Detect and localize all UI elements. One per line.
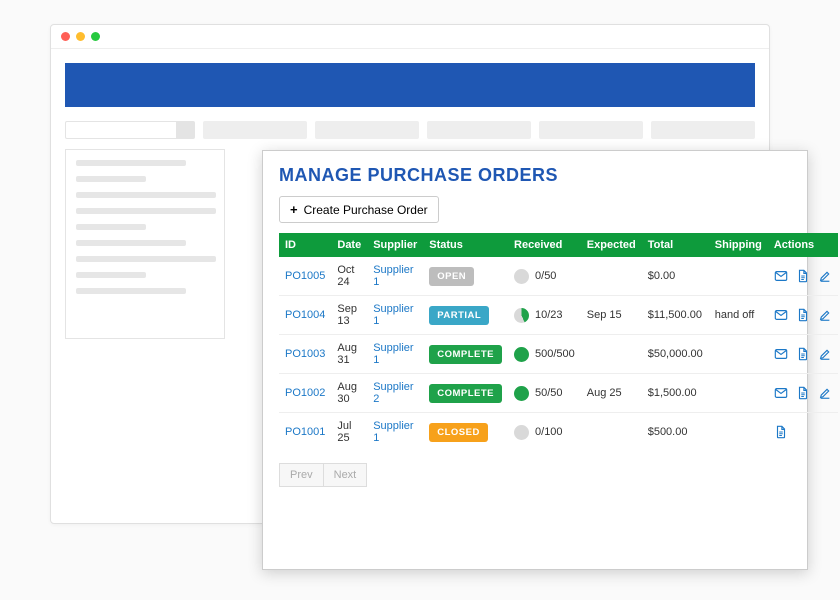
th-supplier[interactable]: Supplier — [367, 233, 423, 257]
bg-search-placeholder — [65, 121, 195, 139]
total-text: $11,500.00 — [642, 296, 709, 335]
received-text: 500/500 — [535, 348, 575, 360]
status-badge: CLOSED — [429, 423, 488, 442]
row-actions — [774, 269, 832, 283]
th-date[interactable]: Date — [331, 233, 367, 257]
total-text: $1,500.00 — [642, 374, 709, 413]
table-row: PO1001 Jul 25Supplier 1 CLOSED 0/100 $500.00 — [279, 413, 838, 452]
edit-icon[interactable] — [818, 269, 832, 283]
expected-text — [581, 413, 642, 452]
mail-icon[interactable] — [774, 386, 788, 400]
bg-sidebar-placeholder — [65, 149, 225, 339]
po-date: Aug 30 — [331, 374, 367, 413]
shipping-text — [709, 335, 768, 374]
create-button-label: Create Purchase Order — [304, 203, 428, 217]
po-id-link[interactable]: PO1003 — [285, 348, 325, 360]
manage-purchase-orders-panel: MANAGE PURCHASE ORDERS + Create Purchase… — [262, 150, 808, 570]
row-actions — [774, 308, 832, 322]
progress-pie-icon — [514, 269, 529, 284]
supplier-link[interactable]: Supplier 1 — [373, 264, 413, 288]
shipping-text — [709, 257, 768, 296]
po-date: Sep 13 — [331, 296, 367, 335]
close-dot-icon — [61, 32, 70, 41]
expected-text — [581, 257, 642, 296]
edit-icon[interactable] — [818, 347, 832, 361]
minimize-dot-icon — [76, 32, 85, 41]
status-badge: OPEN — [429, 267, 474, 286]
document-icon[interactable] — [774, 425, 788, 439]
supplier-link[interactable]: Supplier 2 — [373, 381, 413, 405]
bg-nav-placeholder — [539, 121, 643, 139]
document-icon[interactable] — [796, 347, 810, 361]
pager-prev-button[interactable]: Prev — [279, 463, 324, 487]
total-text: $50,000.00 — [642, 335, 709, 374]
bg-nav-placeholder — [651, 121, 755, 139]
th-expected[interactable]: Expected — [581, 233, 642, 257]
total-text: $0.00 — [642, 257, 709, 296]
po-id-link[interactable]: PO1002 — [285, 387, 325, 399]
expected-text — [581, 335, 642, 374]
row-actions — [774, 347, 832, 361]
edit-icon[interactable] — [818, 308, 832, 322]
total-text: $500.00 — [642, 413, 709, 452]
bg-banner — [65, 63, 755, 107]
supplier-link[interactable]: Supplier 1 — [373, 420, 413, 444]
th-status[interactable]: Status — [423, 233, 508, 257]
th-shipping[interactable]: Shipping — [709, 233, 768, 257]
status-badge: PARTIAL — [429, 306, 489, 325]
table-row: PO1002 Aug 30Supplier 2 COMPLETE 50/50 Aug 2… — [279, 374, 838, 413]
window-titlebar — [51, 25, 769, 49]
received-text: 0/100 — [535, 426, 563, 438]
document-icon[interactable] — [796, 269, 810, 283]
received-text: 10/23 — [535, 309, 563, 321]
bg-toolbar — [65, 121, 755, 139]
zoom-dot-icon — [91, 32, 100, 41]
shipping-text: hand off — [709, 296, 768, 335]
row-actions — [774, 425, 832, 439]
po-date: Aug 31 — [331, 335, 367, 374]
expected-text: Aug 25 — [581, 374, 642, 413]
plus-icon: + — [290, 202, 298, 217]
progress-pie-icon — [514, 386, 529, 401]
th-received[interactable]: Received — [508, 233, 581, 257]
edit-icon[interactable] — [818, 386, 832, 400]
pager: Prev Next — [279, 463, 791, 487]
bg-nav-placeholder — [427, 121, 531, 139]
supplier-link[interactable]: Supplier 1 — [373, 342, 413, 366]
supplier-link[interactable]: Supplier 1 — [373, 303, 413, 327]
expected-text: Sep 15 — [581, 296, 642, 335]
po-id-link[interactable]: PO1004 — [285, 309, 325, 321]
page-title: MANAGE PURCHASE ORDERS — [279, 165, 791, 186]
table-row: PO1005 Oct 24Supplier 1 OPEN 0/50 $0.00 — [279, 257, 838, 296]
received-text: 0/50 — [535, 270, 556, 282]
th-total[interactable]: Total — [642, 233, 709, 257]
received-text: 50/50 — [535, 387, 563, 399]
progress-pie-icon — [514, 347, 529, 362]
bg-nav-placeholder — [203, 121, 307, 139]
shipping-text — [709, 374, 768, 413]
mail-icon[interactable] — [774, 347, 788, 361]
th-actions[interactable]: Actions — [768, 233, 838, 257]
bg-nav-placeholder — [315, 121, 419, 139]
th-id[interactable]: ID — [279, 233, 331, 257]
status-badge: COMPLETE — [429, 345, 502, 364]
shipping-text — [709, 413, 768, 452]
table-row: PO1004 Sep 13Supplier 1 PARTIAL 10/23 Sep 15… — [279, 296, 838, 335]
mail-icon[interactable] — [774, 308, 788, 322]
pager-next-button[interactable]: Next — [324, 463, 368, 487]
po-date: Jul 25 — [331, 413, 367, 452]
document-icon[interactable] — [796, 386, 810, 400]
po-id-link[interactable]: PO1005 — [285, 270, 325, 282]
po-date: Oct 24 — [331, 257, 367, 296]
progress-pie-icon — [514, 425, 529, 440]
document-icon[interactable] — [796, 308, 810, 322]
table-row: PO1003 Aug 31Supplier 1 COMPLETE 500/500 $50… — [279, 335, 838, 374]
mail-icon[interactable] — [774, 269, 788, 283]
purchase-orders-table: ID Date Supplier Status Received Expecte… — [279, 233, 838, 451]
create-purchase-order-button[interactable]: + Create Purchase Order — [279, 196, 439, 223]
progress-pie-icon — [514, 308, 529, 323]
po-id-link[interactable]: PO1001 — [285, 426, 325, 438]
status-badge: COMPLETE — [429, 384, 502, 403]
row-actions — [774, 386, 832, 400]
